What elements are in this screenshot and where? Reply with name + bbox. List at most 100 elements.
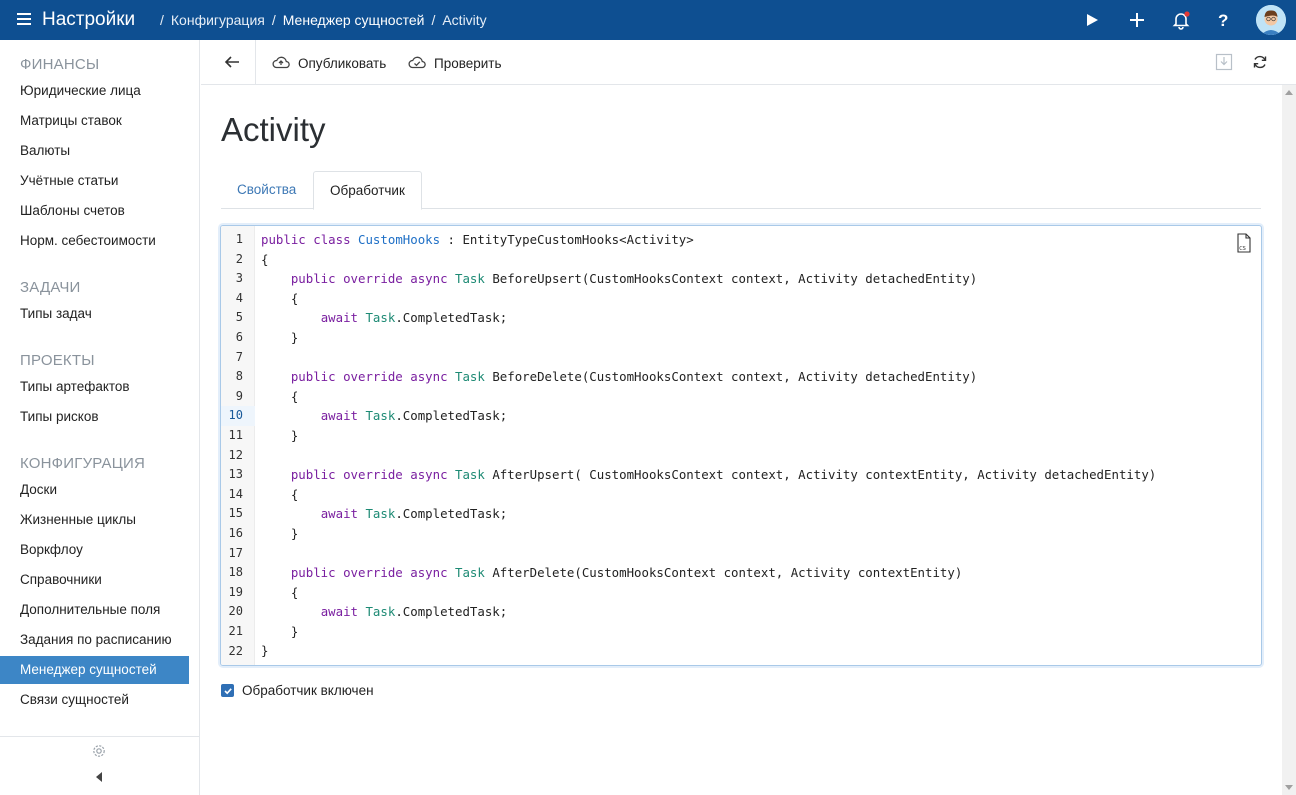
code-line[interactable]: public override async Task AfterUpsert( …: [261, 465, 1156, 485]
play-icon[interactable]: [1082, 10, 1102, 30]
collapse-sidebar-icon[interactable]: [94, 770, 104, 782]
code-line[interactable]: public override async Task BeforeDelete(…: [261, 367, 1156, 387]
page-title: Activity: [221, 111, 326, 148]
app-title[interactable]: Настройки: [42, 9, 135, 31]
avatar[interactable]: [1256, 5, 1286, 35]
line-number: 12: [228, 447, 243, 462]
sidebar-item-accounting-items[interactable]: Учётные статьи: [0, 167, 189, 195]
code-line[interactable]: }: [261, 426, 1156, 446]
code-line[interactable]: await Task.CompletedTask;: [261, 602, 1156, 622]
sidebar-item-invoice-templates[interactable]: Шаблоны счетов: [0, 197, 189, 225]
code-area[interactable]: public class CustomHooks : EntityTypeCus…: [261, 230, 1156, 661]
code-line[interactable]: }: [261, 328, 1156, 348]
sidebar-section-title: ФИНАНСЫ: [20, 56, 100, 73]
code-line[interactable]: {: [261, 289, 1156, 309]
toolbar-divider: [255, 40, 256, 84]
code-line[interactable]: {: [261, 583, 1156, 603]
sidebar-item-lifecycles[interactable]: Жизненные циклы: [0, 506, 189, 534]
line-number: 11: [228, 428, 243, 442]
code-line[interactable]: await Task.CompletedTask;: [261, 406, 1156, 426]
handler-enabled-label: Обработчик включен: [242, 683, 374, 698]
check-label: Проверить: [434, 55, 502, 71]
menu-icon[interactable]: [17, 13, 31, 25]
handler-enabled-row[interactable]: Обработчик включен: [221, 683, 374, 698]
code-editor[interactable]: 1 2 3 4 5 6 7 8 9 10 11 12 13 14 15 16 17 18 19 20 21 22 publ…: [220, 225, 1262, 666]
line-number: 18: [228, 565, 243, 580]
sidebar-item-workflow[interactable]: Воркфлоу: [0, 536, 189, 564]
line-number: 17: [228, 545, 243, 560]
sidebar-item-custom-fields[interactable]: Дополнительные поля: [0, 596, 189, 624]
line-number: 16: [228, 526, 243, 540]
sidebar-item-artifact-types[interactable]: Типы артефактов: [0, 373, 189, 401]
code-line[interactable]: {: [261, 387, 1156, 407]
line-number: 6: [235, 330, 243, 344]
sidebar-section-title: ЗАДАЧИ: [20, 279, 81, 296]
code-line[interactable]: await Task.CompletedTask;: [261, 308, 1156, 328]
line-number-gutter: 1 2 3 4 5 6 7 8 9 10 11 12 13 14 15 16 17 18 19 20 21 22: [221, 226, 255, 665]
line-number: 10: [221, 406, 255, 426]
toolbar: Опубликовать Проверить: [201, 40, 1296, 85]
csharp-file-icon[interactable]: CS: [1236, 233, 1252, 253]
code-line[interactable]: public override async Task BeforeUpsert(…: [261, 269, 1156, 289]
sidebar-item-standard-costs[interactable]: Норм. себестоимости: [0, 227, 189, 255]
code-line[interactable]: await Task.CompletedTask;: [261, 504, 1156, 524]
line-number: 19: [228, 584, 243, 599]
plus-icon[interactable]: [1127, 10, 1147, 30]
sidebar-item-scheduled-jobs[interactable]: Задания по расписанию: [0, 626, 189, 654]
code-line[interactable]: }: [261, 524, 1156, 544]
line-number: 14: [228, 486, 243, 501]
sidebar-item-boards[interactable]: Доски: [0, 476, 189, 504]
code-line[interactable]: }: [261, 641, 1156, 661]
cloud-upload-icon: [272, 55, 290, 72]
line-number: 2: [235, 251, 243, 266]
sidebar-footer: [0, 736, 200, 795]
sidebar-section-title: ПРОЕКТЫ: [20, 352, 95, 369]
code-line[interactable]: [261, 544, 1156, 564]
sidebar-item-currencies[interactable]: Валюты: [0, 137, 189, 165]
publish-label: Опубликовать: [298, 55, 387, 71]
sidebar-item-risk-types[interactable]: Типы рисков: [0, 403, 189, 431]
line-number: 1: [235, 232, 243, 246]
tab-handler[interactable]: Обработчик: [313, 171, 422, 210]
code-line[interactable]: {: [261, 485, 1156, 505]
line-number: 4: [235, 290, 243, 305]
svg-text:?: ?: [1218, 11, 1228, 29]
sidebar-item-task-types[interactable]: Типы задач: [0, 300, 189, 328]
gear-icon[interactable]: [91, 743, 107, 759]
refresh-icon[interactable]: [1250, 52, 1270, 72]
line-number: 5: [235, 310, 243, 325]
svg-text:CS: CS: [1239, 246, 1246, 252]
sidebar-item-rate-matrices[interactable]: Матрицы ставок: [0, 107, 189, 135]
sidebar-item-legal-entities[interactable]: Юридические лица: [0, 77, 189, 105]
breadcrumb-item[interactable]: Конфигурация: [171, 12, 265, 28]
tab-properties[interactable]: Свойства: [221, 171, 312, 209]
line-number: 3: [235, 271, 243, 286]
sidebar-item-entity-links[interactable]: Связи сущностей: [0, 686, 189, 714]
top-bar: Настройки / Конфигурация / Менеджер сущн…: [0, 0, 1296, 40]
publish-button[interactable]: Опубликовать: [272, 53, 386, 73]
download-icon[interactable]: [1214, 52, 1234, 72]
sidebar-item-entity-manager[interactable]: Менеджер сущностей: [0, 656, 189, 684]
line-number: 21: [228, 624, 243, 638]
breadcrumb-item[interactable]: Менеджер сущностей: [283, 12, 425, 28]
code-line[interactable]: public override async Task AfterDelete(C…: [261, 563, 1156, 583]
check-button[interactable]: Проверить: [408, 53, 502, 73]
bell-icon[interactable]: [1171, 10, 1191, 30]
line-number: 8: [235, 369, 243, 384]
code-line[interactable]: public class CustomHooks : EntityTypeCus…: [261, 230, 1156, 250]
back-arrow-icon[interactable]: [223, 54, 241, 70]
line-number: 15: [228, 506, 243, 521]
code-line[interactable]: }: [261, 622, 1156, 642]
line-number: 13: [228, 467, 243, 482]
sidebar: ФИНАНСЫ Юридические лица Матрицы ставок …: [0, 40, 200, 795]
tab-bar: Свойства Обработчик: [221, 171, 1261, 210]
code-line[interactable]: [261, 446, 1156, 466]
sidebar-section-title: КОНФИГУРАЦИЯ: [20, 455, 146, 472]
page-scrollbar[interactable]: [1282, 85, 1296, 795]
sidebar-item-directories[interactable]: Справочники: [0, 566, 189, 594]
code-line[interactable]: [261, 348, 1156, 368]
cloud-check-icon: [408, 55, 426, 72]
help-icon[interactable]: ?: [1213, 10, 1233, 30]
code-line[interactable]: {: [261, 250, 1156, 270]
handler-enabled-checkbox[interactable]: [221, 684, 234, 697]
